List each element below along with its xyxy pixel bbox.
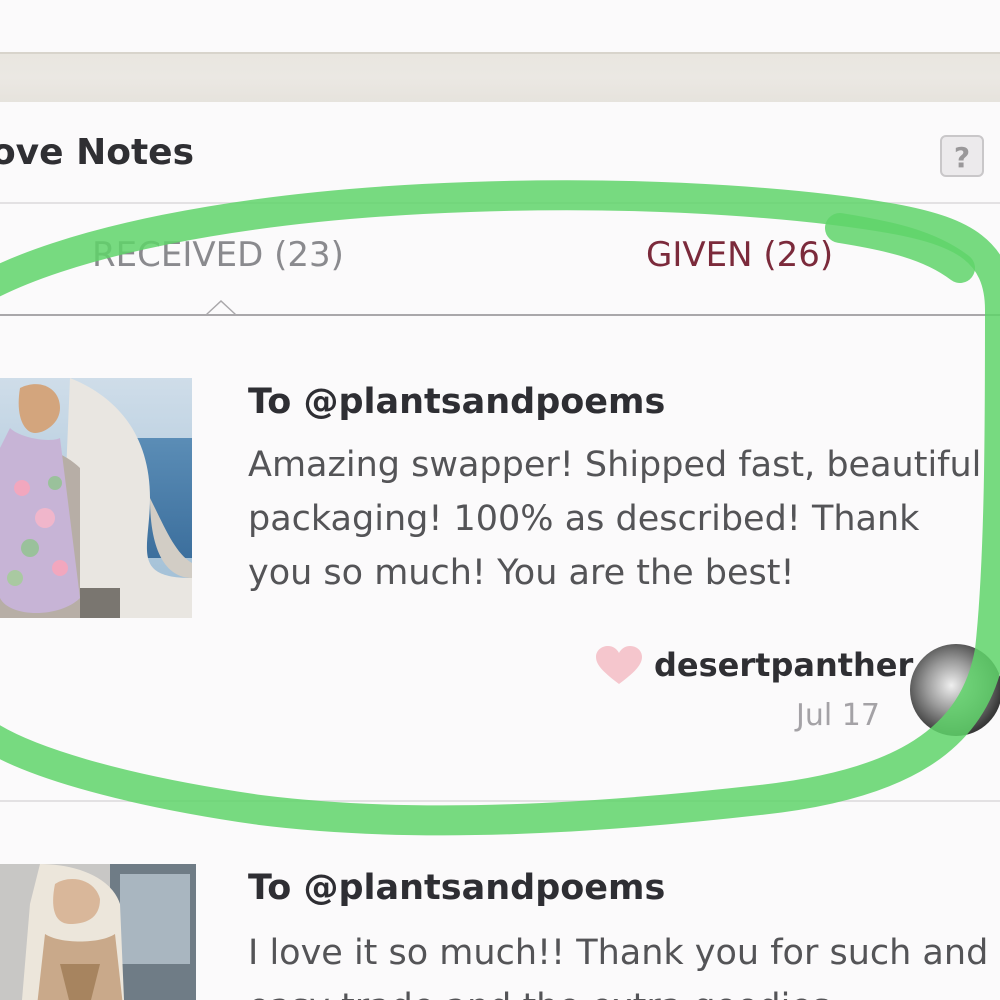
note-message: I love it so much!! Thank you for such a… (248, 933, 989, 1000)
item-photo[interactable] (0, 378, 192, 618)
note-date: Jul 17 (796, 698, 880, 733)
list-item: To @plantsandpoems Amazing swapper! Ship… (0, 316, 1000, 802)
tab-received[interactable]: RECEIVED (23) (92, 238, 344, 272)
tab-received-label: RECEIVED (92, 235, 264, 275)
tab-given[interactable]: GIVEN (26) (646, 238, 833, 272)
love-notes-screen: Love Notes ? RECEIVED (23) GIVEN (26) (0, 0, 1000, 1000)
selected-tab-caret (206, 300, 236, 314)
note-message: Amazing swapper! Shipped fast, beautiful… (248, 445, 982, 593)
help-button[interactable]: ? (940, 135, 984, 177)
texture-band (0, 52, 1000, 104)
note-recipient[interactable]: To @plantsandpoems (248, 382, 665, 422)
top-bar (0, 0, 1000, 52)
tab-given-count: (26) (763, 235, 834, 275)
heart-icon (596, 646, 642, 686)
tab-received-count: (23) (274, 235, 344, 275)
tab-given-label: GIVEN (646, 235, 753, 275)
note-sender[interactable]: desertpanther (654, 646, 913, 684)
item-photo[interactable] (0, 864, 196, 1000)
avatar[interactable] (910, 644, 1000, 736)
page-title: Love Notes (0, 132, 195, 173)
list-item: To @plantsandpoems I love it so much!! T… (0, 802, 1000, 1000)
note-recipient[interactable]: To @plantsandpoems (248, 868, 665, 908)
